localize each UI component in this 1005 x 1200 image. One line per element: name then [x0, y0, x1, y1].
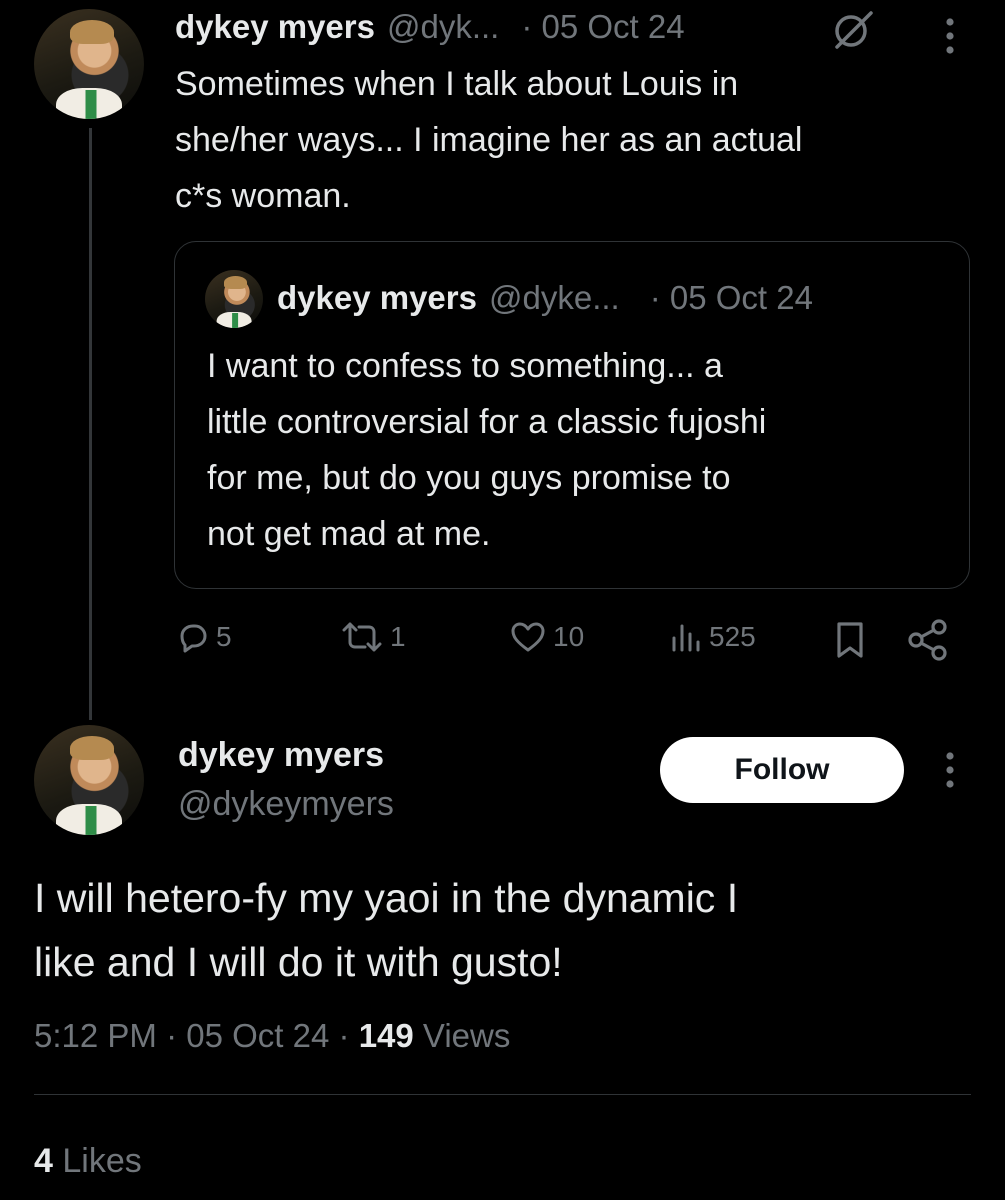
quoted-text-line: little controversial for a classic fujos… [207, 403, 767, 441]
tweet-text-line: Sometimes when I talk about Louis in [175, 65, 739, 103]
main-tweet-text: I will hetero-fy my yaoi in the dynamic … [34, 866, 738, 994]
more-icon[interactable] [938, 748, 962, 792]
views-count: 149 [358, 1017, 414, 1054]
views-label: Views [422, 1017, 511, 1054]
more-icon[interactable] [938, 14, 962, 58]
grok-icon[interactable] [829, 9, 877, 49]
tweet-text-line: like and I will do it with gusto! [34, 939, 563, 985]
repost-icon [342, 622, 382, 652]
tweet-text-line: c*s woman. [175, 177, 351, 215]
tweet-date[interactable]: · 05 Oct 24 [521, 8, 684, 46]
quoted-tweet-date: · 05 Oct 24 [649, 279, 813, 316]
avatar[interactable] [34, 9, 144, 119]
like-icon [511, 622, 545, 652]
share-icon[interactable] [906, 618, 950, 662]
likes-label: Likes [62, 1142, 142, 1180]
bookmark-icon[interactable] [833, 620, 867, 660]
tweet-text: Sometimes when I talk about Louis in she… [175, 56, 802, 224]
likes-count: 4 [34, 1142, 53, 1180]
author-name[interactable]: dykey myers [175, 8, 375, 46]
quoted-author-name: dykey myers [277, 279, 477, 316]
tweet-meta: 5:12 PM · 05 Oct 24 · 149 Views [34, 1013, 510, 1059]
tweet-header: dykey myers @dyk... · 05 Oct 24 [175, 4, 685, 50]
divider [34, 1094, 971, 1095]
tweet-text-line: she/her ways... I imagine her as an actu… [175, 121, 803, 159]
reply-icon [180, 624, 207, 653]
views-icon [672, 624, 700, 652]
reply-button[interactable]: 5 [176, 620, 232, 654]
quoted-avatar [205, 270, 263, 328]
tweet-text-line: I will hetero-fy my yaoi in the dynamic … [34, 875, 739, 921]
views-button[interactable]: 525 [669, 620, 756, 654]
like-button[interactable]: 10 [509, 620, 584, 654]
meta-separator: · [338, 1017, 350, 1054]
follow-button[interactable]: Follow [660, 737, 904, 803]
quoted-text-line: I want to confess to something... a [207, 347, 723, 385]
tweet-time[interactable]: 5:12 PM [34, 1017, 157, 1054]
views-count: 525 [709, 621, 756, 652]
reply-count: 5 [216, 621, 232, 652]
repost-count: 1 [390, 621, 406, 652]
quoted-tweet-header: dykey myers @dyke... · 05 Oct 24 [277, 276, 813, 320]
thread-connector-line [89, 128, 92, 720]
like-count: 10 [553, 621, 585, 652]
tweet-date[interactable]: 05 Oct 24 [186, 1017, 329, 1054]
quoted-text-line: not get mad at me. [207, 515, 491, 553]
meta-separator: · [166, 1017, 178, 1054]
author-handle[interactable]: @dykeymyers [178, 782, 394, 826]
author-name[interactable]: dykey myers [178, 733, 384, 777]
likes-summary[interactable]: 4 Likes [34, 1138, 142, 1184]
avatar[interactable] [34, 725, 144, 835]
quoted-text-line: for me, but do you guys promise to [207, 459, 731, 497]
quoted-tweet-text: I want to confess to something... a litt… [207, 338, 766, 562]
repost-button[interactable]: 1 [340, 620, 406, 654]
quoted-author-handle: @dyke... [488, 279, 620, 316]
author-handle[interactable]: @dyk... [387, 8, 499, 46]
